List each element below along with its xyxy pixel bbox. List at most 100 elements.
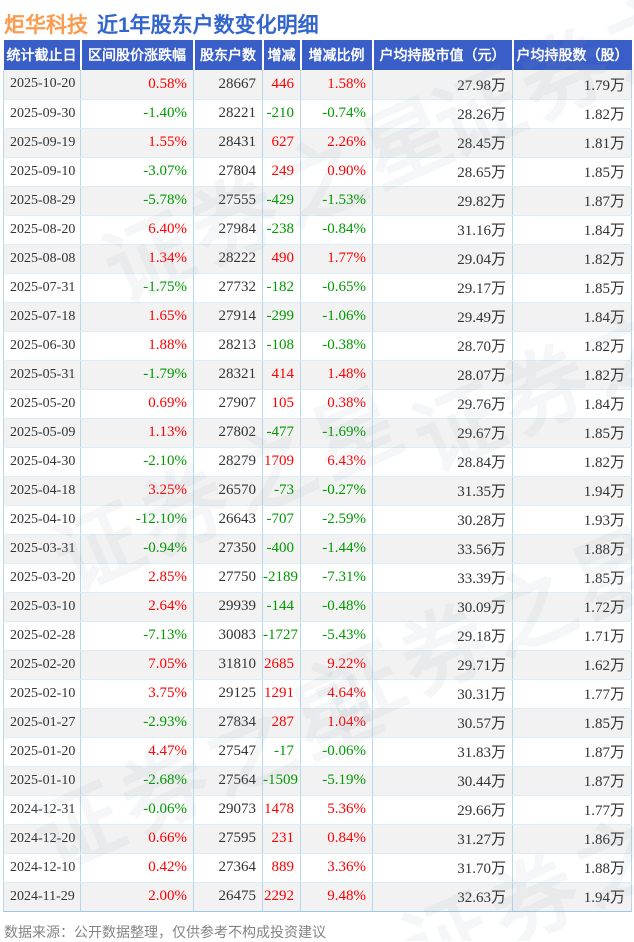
cell-avg-shares: 1.81万	[512, 128, 632, 158]
cell-holders: 26475	[193, 882, 263, 912]
table-row: 2025-01-27 -2.93% 27834 287 1.04% 30.57万…	[3, 708, 632, 738]
cell-date: 2024-11-29	[3, 882, 81, 912]
cell-delta: 231	[262, 824, 301, 854]
cell-price-change: -1.75%	[80, 273, 194, 303]
cell-delta: -17	[262, 737, 301, 767]
cell-date: 2025-02-10	[3, 679, 81, 709]
cell-date: 2025-07-18	[3, 302, 81, 332]
cell-delta-ratio: -0.27%	[300, 476, 373, 506]
cell-avg-market-value: 30.44万	[372, 766, 513, 796]
cell-price-change: 0.42%	[80, 853, 194, 883]
table-row: 2025-09-30 -1.40% 28221 -210 -0.74% 28.2…	[3, 99, 632, 129]
cell-date: 2025-10-20	[3, 70, 81, 100]
cell-avg-shares: 1.82万	[512, 360, 632, 390]
cell-avg-market-value: 28.84万	[372, 447, 513, 477]
cell-avg-shares: 1.82万	[512, 331, 632, 361]
table-row: 2025-02-10 3.75% 29125 1291 4.64% 30.31万…	[3, 679, 632, 709]
cell-avg-market-value: 28.07万	[372, 360, 513, 390]
cell-holders: 29939	[193, 592, 263, 622]
cell-date: 2024-12-10	[3, 853, 81, 883]
cell-avg-market-value: 31.83万	[372, 737, 513, 767]
cell-delta-ratio: -0.84%	[300, 215, 373, 245]
cell-delta-ratio: -1.69%	[300, 418, 373, 448]
table-row: 2025-07-18 1.65% 27914 -299 -1.06% 29.49…	[3, 302, 632, 332]
cell-avg-shares: 1.82万	[512, 244, 632, 274]
table-row: 2025-09-10 -3.07% 27804 249 0.90% 28.65万…	[3, 157, 632, 187]
cell-delta-ratio: 9.22%	[300, 650, 373, 680]
table-header-row: 统计截止日 区间股价涨跌幅 股东户数 增减 增减比例 户均持股市值（元） 户均持…	[3, 40, 632, 70]
cell-avg-shares: 1.71万	[512, 621, 632, 651]
cell-delta-ratio: -0.06%	[300, 737, 373, 767]
cell-date: 2025-01-20	[3, 737, 81, 767]
cell-avg-shares: 1.94万	[512, 476, 632, 506]
cell-avg-market-value: 31.16万	[372, 215, 513, 245]
cell-holders: 27834	[193, 708, 263, 738]
cell-delta-ratio: -1.06%	[300, 302, 373, 332]
cell-delta: -238	[262, 215, 301, 245]
cell-avg-market-value: 28.26万	[372, 99, 513, 129]
cell-price-change: -5.78%	[80, 186, 194, 216]
cell-holders: 27914	[193, 302, 263, 332]
column-header-date: 统计截止日	[3, 40, 82, 70]
table-row: 2025-01-20 4.47% 27547 -17 -0.06% 31.83万…	[3, 737, 632, 767]
cell-date: 2025-03-31	[3, 534, 81, 564]
cell-holders: 27732	[193, 273, 263, 303]
cell-price-change: 2.85%	[80, 563, 194, 593]
cell-price-change: 2.64%	[80, 592, 194, 622]
cell-holders: 29073	[193, 795, 263, 825]
cell-holders: 28431	[193, 128, 263, 158]
cell-price-change: -1.79%	[80, 360, 194, 390]
table-row: 2025-02-28 -7.13% 30083 -1727 -5.43% 29.…	[3, 621, 632, 651]
cell-holders: 27350	[193, 534, 263, 564]
cell-delta: 1291	[262, 679, 301, 709]
cell-delta-ratio: -1.44%	[300, 534, 373, 564]
cell-avg-shares: 1.87万	[512, 766, 632, 796]
cell-avg-market-value: 29.49万	[372, 302, 513, 332]
table-row: 2025-08-29 -5.78% 27555 -429 -1.53% 29.8…	[3, 186, 632, 216]
shareholder-table: 统计截止日 区间股价涨跌幅 股东户数 增减 增减比例 户均持股市值（元） 户均持…	[3, 40, 632, 912]
cell-delta-ratio: 9.48%	[300, 882, 373, 912]
cell-date: 2025-05-20	[3, 389, 81, 419]
table-row: 2025-04-18 3.25% 26570 -73 -0.27% 31.35万…	[3, 476, 632, 506]
data-source-note: 数据来源：公开数据整理，仅供参考不构成投资建议	[4, 923, 326, 940]
cell-avg-market-value: 29.67万	[372, 418, 513, 448]
cell-delta-ratio: 6.43%	[300, 447, 373, 477]
cell-delta: -1727	[262, 621, 301, 651]
table-row: 2025-08-20 6.40% 27984 -238 -0.84% 31.16…	[3, 215, 632, 245]
cell-date: 2025-07-31	[3, 273, 81, 303]
cell-price-change: 1.13%	[80, 418, 194, 448]
cell-avg-shares: 1.84万	[512, 389, 632, 419]
cell-avg-shares: 1.79万	[512, 70, 632, 100]
cell-price-change: -7.13%	[80, 621, 194, 651]
cell-delta: 105	[262, 389, 301, 419]
cell-avg-shares: 1.85万	[512, 157, 632, 187]
cell-avg-market-value: 28.65万	[372, 157, 513, 187]
cell-holders: 31810	[193, 650, 263, 680]
cell-delta: -182	[262, 273, 301, 303]
cell-date: 2025-09-10	[3, 157, 81, 187]
cell-delta: 2685	[262, 650, 301, 680]
cell-delta-ratio: -5.43%	[300, 621, 373, 651]
cell-avg-market-value: 29.71万	[372, 650, 513, 680]
cell-price-change: 0.66%	[80, 824, 194, 854]
table-row: 2025-10-20 0.58% 28667 446 1.58% 27.98万 …	[3, 70, 632, 100]
cell-delta-ratio: 1.58%	[300, 70, 373, 100]
cell-avg-shares: 1.88万	[512, 853, 632, 883]
cell-delta: -707	[262, 505, 301, 535]
table-row: 2025-04-30 -2.10% 28279 1709 6.43% 28.84…	[3, 447, 632, 477]
cell-price-change: 1.34%	[80, 244, 194, 274]
cell-avg-shares: 1.87万	[512, 186, 632, 216]
cell-avg-market-value: 29.82万	[372, 186, 513, 216]
cell-price-change: 6.40%	[80, 215, 194, 245]
table-row: 2025-05-31 -1.79% 28321 414 1.48% 28.07万…	[3, 360, 632, 390]
cell-avg-shares: 1.72万	[512, 592, 632, 622]
cell-price-change: -12.10%	[80, 505, 194, 535]
table-row: 2025-03-10 2.64% 29939 -144 -0.48% 30.09…	[3, 592, 632, 622]
cell-delta-ratio: 0.84%	[300, 824, 373, 854]
cell-avg-shares: 1.84万	[512, 302, 632, 332]
column-header-avg-shares: 户均持股数（股）	[512, 40, 632, 70]
cell-delta: 414	[262, 360, 301, 390]
cell-avg-market-value: 33.56万	[372, 534, 513, 564]
table-row: 2025-06-30 1.88% 28213 -108 -0.38% 28.70…	[3, 331, 632, 361]
cell-price-change: 2.00%	[80, 882, 194, 912]
